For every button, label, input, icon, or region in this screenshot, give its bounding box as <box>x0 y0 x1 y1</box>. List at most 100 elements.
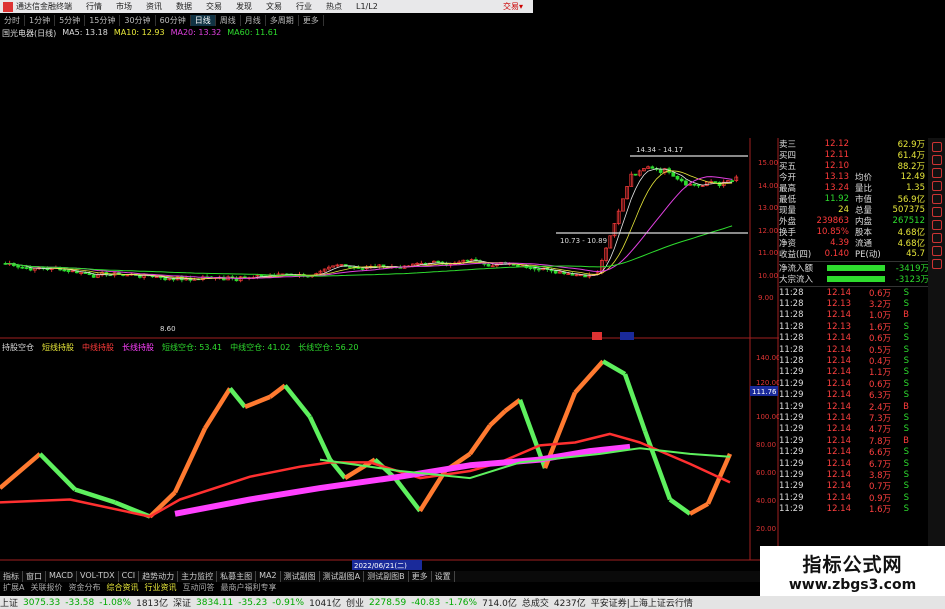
ind-legend-item: 中线空仓: 41.02 <box>230 343 291 352</box>
extension-tab[interactable]: 行业资讯 <box>141 582 179 594</box>
cy-index-name[interactable]: 创业 <box>346 596 364 609</box>
indicator-tab[interactable]: 测试副图A <box>320 571 365 582</box>
indicator-tab[interactable]: 设置 <box>432 571 455 582</box>
side-tab-icon[interactable] <box>931 220 942 230</box>
marker-box <box>592 332 602 340</box>
tick-row: 11:29 12.14 0.6万 S <box>779 378 945 390</box>
candle-body <box>528 267 533 269</box>
tick-row: 11:28 12.13 3.2万 S <box>779 298 945 310</box>
indicator-tab-bar: 指标 窗口 MACD VOL-TDX CCI 趋势动力 主力监控 私募主图 MA2 测试副图 测试副… <box>0 571 760 582</box>
extension-tab[interactable]: 综合资讯 <box>103 582 141 594</box>
side-tab-icon[interactable] <box>931 246 942 256</box>
short-line-segment <box>203 387 232 430</box>
ind-marker-label: 111.76 <box>752 388 777 396</box>
quote-cell: 11.92 <box>824 193 849 204</box>
indicator-tab[interactable]: 私募主图 <box>217 571 257 582</box>
extension-tab[interactable]: 关联报价 <box>27 582 65 594</box>
tick-cell: S <box>903 447 909 458</box>
quote-row: 买四 12.11 61.4万 <box>779 149 945 161</box>
broker-label[interactable]: 平安证券|上海上证云行情 <box>591 596 693 609</box>
short-line-segment <box>688 501 710 516</box>
tick-row: 11:29 12.14 0.9万 S <box>779 492 945 504</box>
quote-panel: 卖三 12.12 62.9万 买四 12.11 61.4万 买五 12.10 88.2万 今开 13… <box>779 138 945 570</box>
quote-cell: 56.9亿 <box>897 194 925 205</box>
quote-row: 现量 24 总量 507375 <box>779 204 945 216</box>
indicator-tab[interactable]: CCI <box>119 571 140 582</box>
indicator-tab[interactable]: 主力监控 <box>178 571 218 582</box>
watermark-title: 指标公式网 <box>802 553 903 576</box>
flow-row: 大宗流入 -3123万 <box>779 273 945 285</box>
low-point-annotation: 8.60 <box>160 325 176 333</box>
cy-index-amount: 714.0亿 <box>482 599 517 609</box>
tick-row: 11:29 12.14 7.3万 S <box>779 412 945 424</box>
short-line-segment <box>468 424 492 456</box>
candle-body <box>348 266 352 268</box>
fund-flow: 净流入额 -3419万 大宗流入 -3123万 <box>779 261 945 285</box>
high-annotation: 14.34 - 14.17 <box>636 146 683 154</box>
extension-tab[interactable]: 互动问答 <box>179 582 217 594</box>
side-tab-icon[interactable] <box>931 194 942 204</box>
candle-body <box>553 270 558 274</box>
tick-cell: 11:29 <box>779 458 804 469</box>
side-tab-icon[interactable] <box>931 233 942 243</box>
tick-cell: 12.14 <box>826 333 851 344</box>
sz-index-name[interactable]: 深证 <box>173 596 191 609</box>
extension-tab[interactable]: 最商户福利专享 <box>217 582 279 594</box>
ind-tick-label: 40.00 <box>756 497 776 505</box>
indicator-tab[interactable]: 测试副图 <box>281 571 320 582</box>
ind-legend-item: 短线空仓: 53.41 <box>162 343 223 352</box>
side-tab-icon[interactable] <box>931 168 942 178</box>
tick-cell: B <box>903 401 909 412</box>
tick-cell: 11:28 <box>779 310 804 321</box>
indicator-tab[interactable]: 指标 <box>0 571 23 582</box>
short-line-segment <box>307 415 333 461</box>
price-tick-label: 10.00 <box>758 272 778 280</box>
tick-cell: 11:29 <box>779 412 804 423</box>
tick-cell: 7.3万 <box>868 414 891 424</box>
tick-cell: 7.8万 <box>868 436 891 447</box>
price-tick-label: 15.00 <box>758 159 778 167</box>
indicator-tab[interactable]: MACD <box>46 571 77 582</box>
candle-body <box>16 265 20 268</box>
short-line-segment <box>283 384 312 419</box>
candle-body <box>24 267 29 269</box>
tick-cell: 0.6万 <box>868 288 891 299</box>
side-tab-icon[interactable] <box>931 181 942 191</box>
tick-cell: 11:29 <box>779 481 804 492</box>
ind-tick-label: 60.00 <box>756 469 776 477</box>
sh-index-name[interactable]: 上证 <box>0 596 18 609</box>
price-tick-label: 11.00 <box>758 249 778 257</box>
quote-cell: 88.2万 <box>897 161 925 172</box>
indicator-tab[interactable]: 趋势动力 <box>139 571 179 582</box>
tick-row: 11:28 12.14 0.4万 S <box>779 355 945 367</box>
tick-cell: S <box>903 344 909 355</box>
indicator-tab[interactable]: VOL-TDX <box>77 571 119 582</box>
ind-legend-item: 长线空仓: 56.20 <box>298 343 359 352</box>
kline-chart[interactable]: 15.00 14.00 13.00 12.00 11.00 10.00 9.00 140.00… <box>0 0 779 571</box>
quote-cell: 12.10 <box>824 160 849 171</box>
ind-tick-label: 120.00 <box>756 379 779 387</box>
price-tick-label: 13.00 <box>758 204 778 212</box>
tick-cell: B <box>903 310 909 321</box>
tick-cell: 11:29 <box>779 424 804 435</box>
side-tab-icon[interactable] <box>931 259 942 269</box>
side-tab-icon[interactable] <box>931 155 942 165</box>
long-line <box>174 443 631 517</box>
indicator-tab[interactable]: MA2 <box>256 571 281 582</box>
ind-tick-label: 140.00 <box>756 354 779 362</box>
extension-tab[interactable]: 资金分布 <box>65 582 103 594</box>
tick-cell: 1.6万 <box>868 322 891 333</box>
side-tab-icon[interactable] <box>931 207 942 217</box>
extension-tab[interactable]: 扩展A <box>0 582 27 594</box>
quote-cell: 239863 <box>816 215 849 226</box>
marker-box <box>620 332 634 340</box>
indicator-tab[interactable]: 窗口 <box>23 571 46 582</box>
quote-cell: 24 <box>838 204 849 215</box>
side-tab-icon[interactable] <box>931 142 942 152</box>
tick-cell: 0.6万 <box>868 334 891 345</box>
ind-tick-label: 80.00 <box>756 441 776 449</box>
cy-index-value: 2278.59 <box>369 597 407 608</box>
quote-row: 净资 4.39 流通 4.68亿 <box>779 237 945 249</box>
indicator-tab[interactable]: 测试副图B <box>364 571 409 582</box>
indicator-tab[interactable]: 更多 <box>409 571 432 582</box>
